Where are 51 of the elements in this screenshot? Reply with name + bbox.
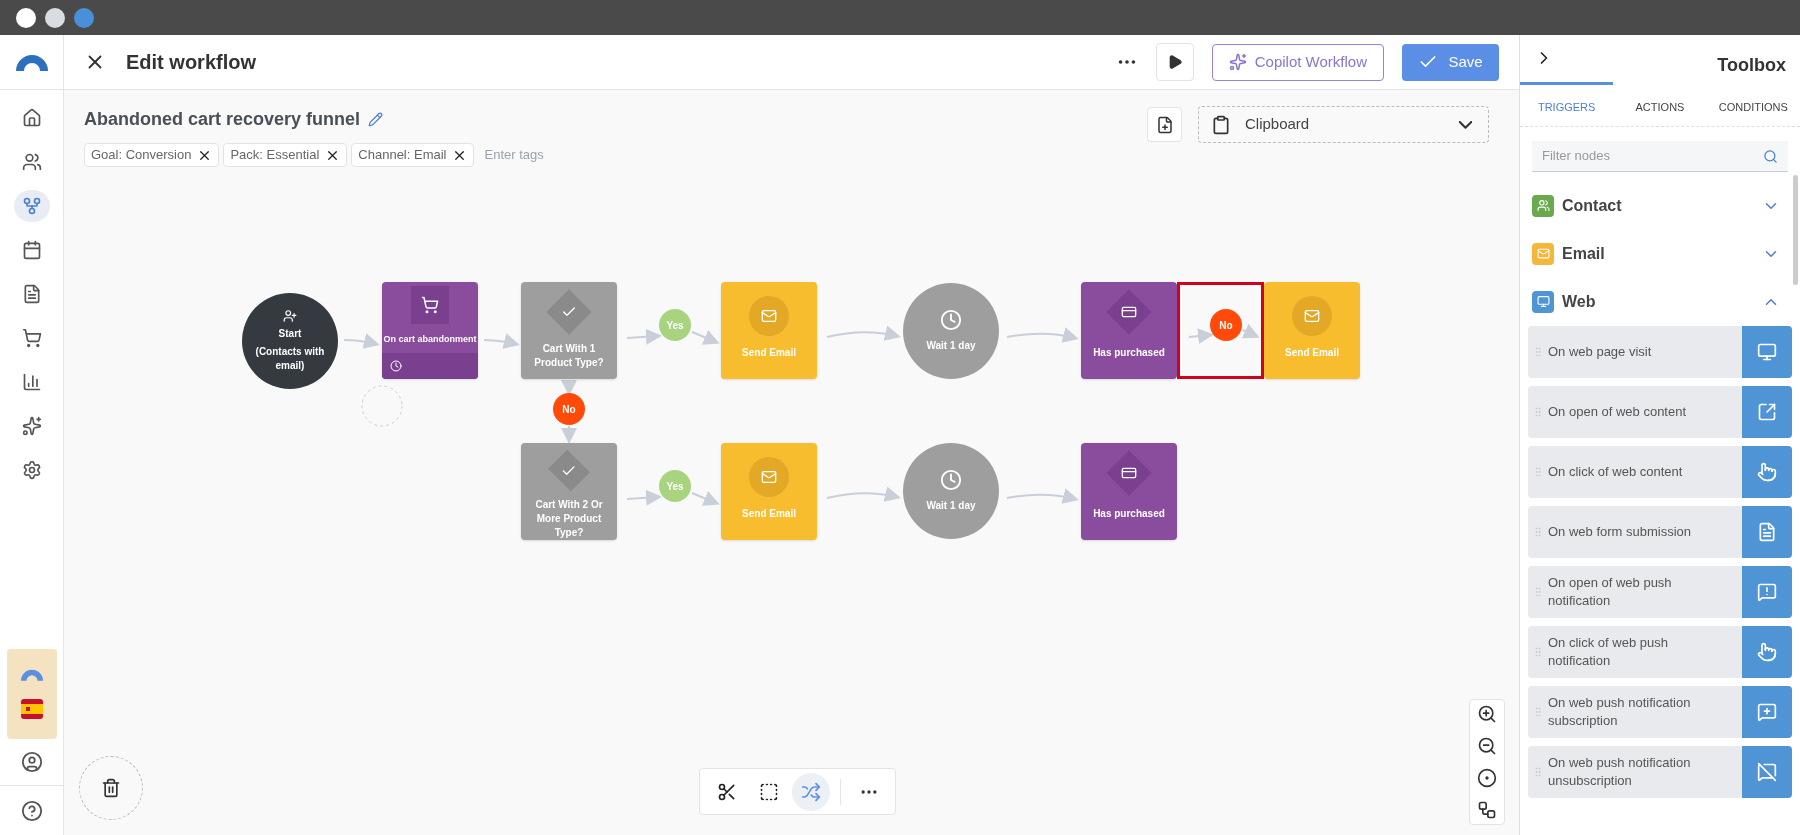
node-label: Has purchased [1093, 507, 1165, 521]
node-label: Wait 1 day [926, 499, 976, 513]
node-label: Send Email [1285, 346, 1339, 360]
copilot-button[interactable]: Copilot Workflow [1211, 43, 1384, 81]
template-label: On web push notification subscription [1548, 693, 1692, 730]
purchase-node[interactable]: Has purchased [1081, 282, 1177, 379]
tag: Channel: Email [351, 143, 475, 167]
node-label: Cart With 1 Product Type? [533, 342, 605, 370]
node-label: Wait 1 day [926, 339, 976, 353]
save-button[interactable]: Save [1402, 43, 1499, 81]
tag: Pack: Essential [223, 143, 348, 167]
tab[interactable]: CONDITIONS [1706, 82, 1800, 126]
node-label: Start [278, 327, 302, 341]
template-label: On web push notification unsubscription [1548, 753, 1692, 790]
node-label: Has purchased [1093, 346, 1165, 360]
start-node[interactable]: Start (Contacts with email) [242, 293, 338, 389]
node-template[interactable]: On web push notification subscription [1528, 685, 1792, 738]
node-template[interactable]: On open of web push notification [1528, 565, 1792, 618]
tab[interactable]: ACTIONS [1613, 82, 1707, 126]
template-label: On click of web content [1548, 462, 1684, 481]
node-template[interactable]: On click of web content [1528, 445, 1792, 498]
toolbox-title: Toolbox [1717, 54, 1786, 77]
node-label: (Contacts with email) [254, 345, 326, 373]
tag: Goal: Conversion [84, 143, 220, 167]
filter-field[interactable]: Filter nodes [1532, 140, 1788, 172]
tag-input[interactable]: Enter tags [484, 145, 585, 165]
node-template[interactable]: On click of web push notification [1528, 625, 1792, 678]
trigger-node[interactable]: On cart abandonment [382, 282, 478, 379]
branch-label[interactable]: No [553, 393, 585, 425]
page-title: Edit workflow [126, 50, 256, 75]
template-label: On web form submission [1548, 522, 1693, 541]
branch-label[interactable]: No [1210, 309, 1242, 341]
node-template[interactable]: On web page visit [1528, 325, 1792, 378]
purchase-node[interactable]: Has purchased [1081, 443, 1177, 540]
category-title[interactable]: Web [1562, 289, 1596, 314]
node-template[interactable]: On open of web content [1528, 385, 1792, 438]
template-label: On web page visit [1548, 342, 1653, 361]
template-label: On open of web push notification [1548, 573, 1673, 610]
template-label: On click of web push notification [1548, 633, 1669, 670]
category-title[interactable]: Email [1562, 241, 1605, 266]
category-title[interactable]: Contact [1562, 193, 1622, 218]
node-label: Send Email [742, 346, 796, 360]
node-template[interactable]: On web push notification unsubscription [1528, 745, 1792, 798]
tab[interactable]: TRIGGERS [1520, 82, 1614, 126]
node-label: On cart abandonment [382, 333, 478, 346]
node-label: Send Email [742, 507, 796, 521]
node-template[interactable]: On web form submission [1528, 505, 1792, 558]
workflow-name: Abandoned cart recovery funnel [84, 108, 361, 131]
node-label: Cart With 2 Or More Product Type? [534, 498, 604, 540]
template-label: On open of web content [1548, 402, 1688, 421]
clipboard-dropdown[interactable]: Clipboard [1198, 106, 1489, 143]
